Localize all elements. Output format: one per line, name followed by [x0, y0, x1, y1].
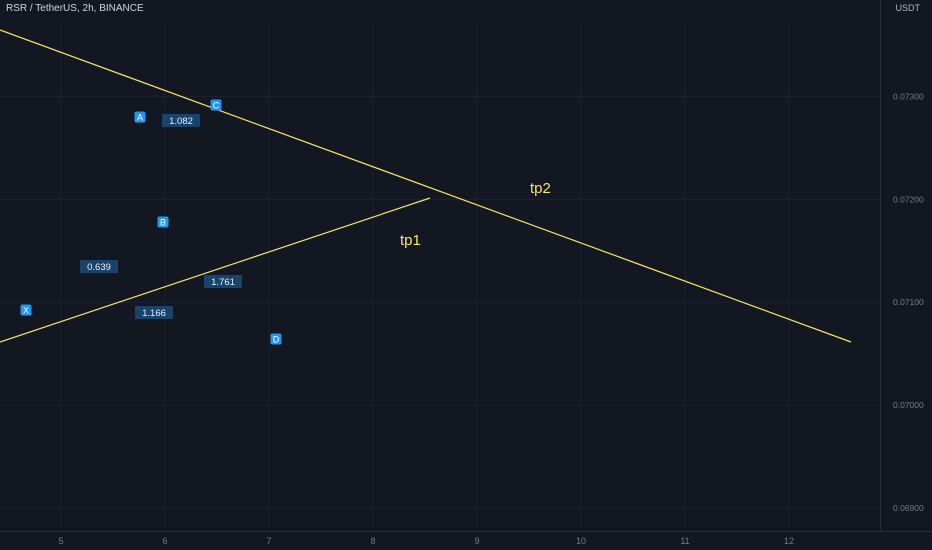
point-c-label: C [213, 101, 220, 111]
y-tick-label: 0.07000 [893, 400, 924, 410]
x-tick-label: 10 [576, 536, 586, 546]
ratio-bd: 1.761 [211, 277, 235, 288]
y-tick-label: 0.07300 [893, 91, 924, 101]
x-tick-label: 9 [474, 536, 479, 546]
chart-root[interactable]: 1.41(0.08953)1.272(0.08828)1.13(0.08700)… [0, 0, 932, 550]
x-tick-label: 8 [370, 536, 375, 546]
downtrend-line[interactable] [0, 29, 852, 343]
x-tick-label: 11 [680, 536, 689, 546]
x-tick-label: 6 [162, 536, 167, 546]
point-b-label: B [160, 218, 166, 228]
symbol-title: RSR / TetherUS, 2h, BINANCE [6, 3, 144, 14]
x-tick-label: 7 [266, 536, 271, 546]
currency-label: USDT [895, 3, 921, 13]
point-d-label: D [273, 335, 280, 345]
y-tick-label: 0.07200 [893, 194, 924, 204]
tp1-label: tp1 [400, 232, 421, 249]
ratio-xb: 0.639 [87, 262, 111, 273]
tp2-label: tp2 [530, 180, 551, 197]
ratio-xd: 1.166 [142, 308, 166, 319]
point-x-label: X [23, 306, 29, 316]
point-a-label: A [137, 113, 143, 123]
uptrend-line[interactable] [0, 197, 431, 343]
price-chart[interactable]: 1.41(0.08953)1.272(0.08828)1.13(0.08700)… [0, 0, 932, 550]
x-tick-label: 12 [784, 536, 794, 546]
y-tick-label: 0.07100 [893, 297, 924, 307]
ratio-ac: 1.082 [169, 116, 193, 127]
x-tick-label: 5 [58, 536, 63, 546]
y-tick-label: 0.06900 [893, 503, 924, 513]
